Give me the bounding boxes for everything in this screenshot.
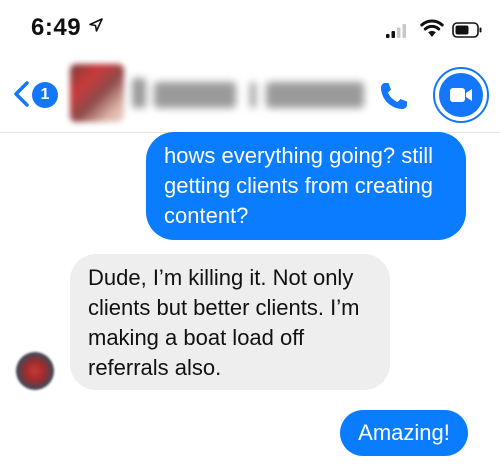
message-line: hows everything going? still (164, 143, 434, 168)
message-line: Amazing! (358, 420, 450, 445)
conversation-header: 1 (0, 52, 500, 133)
message-line: making a boat load off (88, 325, 305, 350)
message-line: clients but better clients. I’m (88, 295, 360, 320)
back-button[interactable]: 1 (8, 76, 60, 112)
outgoing-message-bubble[interactable]: Amazing! (340, 410, 468, 456)
message-line: getting clients from creating (164, 173, 434, 198)
messenger-conversation-screen: 6:49 1 hows everything going? still gett… (0, 0, 500, 464)
message-line: referrals also. (88, 355, 222, 380)
status-time: 6:49 (31, 14, 82, 41)
unread-count-badge: 1 (32, 82, 58, 108)
message-line: content? (164, 203, 249, 228)
video-camera-icon[interactable] (432, 66, 490, 124)
wifi-icon (420, 19, 444, 37)
contact-avatar[interactable] (70, 64, 124, 122)
back-chevron-icon (14, 81, 29, 107)
message-line: Dude, I’m killing it. Not only (88, 265, 354, 290)
phone-icon[interactable] (376, 78, 412, 114)
outgoing-message-bubble[interactable]: hows everything going? still getting cli… (146, 132, 466, 240)
incoming-message-bubble[interactable]: Dude, I’m killing it. Not only clients b… (70, 254, 390, 390)
location-arrow-icon (89, 18, 103, 32)
contact-name[interactable] (132, 74, 364, 114)
sender-avatar[interactable] (16, 352, 54, 390)
status-bar: 6:49 (0, 0, 500, 50)
battery-icon (452, 22, 482, 38)
cellular-signal-icon (386, 24, 406, 38)
